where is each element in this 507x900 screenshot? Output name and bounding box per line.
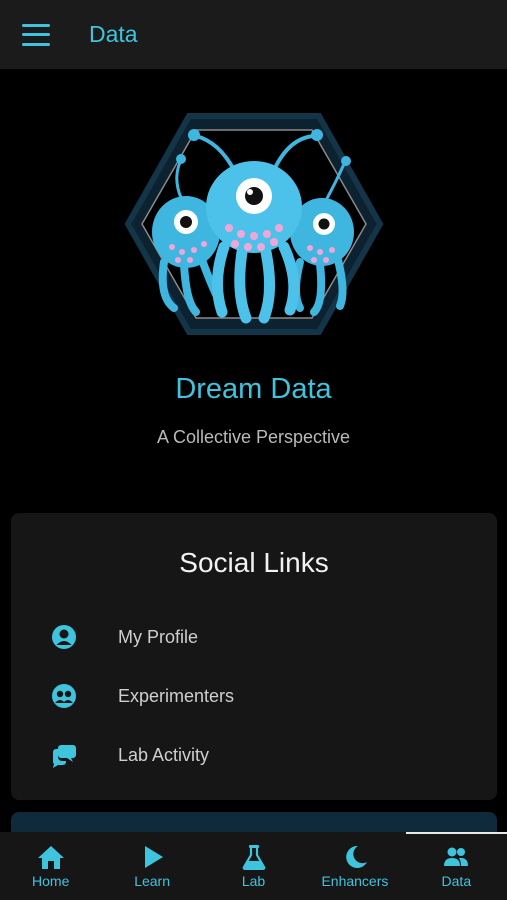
home-icon	[37, 846, 64, 869]
alien-trio-hexagon-logo	[124, 113, 383, 335]
brand-subtitle: A Collective Perspective	[156, 427, 351, 447]
lab-activity-label: Lab Activity	[118, 744, 210, 765]
nav-enhancers-label: Enhancers	[321, 873, 389, 889]
lab-activity-link[interactable]: Lab Activity	[11, 733, 497, 777]
page-title: Data	[89, 21, 138, 47]
experimenters-label: Experimenters	[118, 685, 235, 706]
experimenters-link[interactable]: Experimenters	[11, 674, 497, 718]
users-circle-icon	[52, 684, 76, 708]
nav-learn-label: Learn	[134, 873, 171, 889]
nav-home[interactable]: Home	[0, 832, 101, 900]
nav-learn[interactable]: Learn	[101, 832, 202, 900]
hamburger-menu-icon[interactable]	[22, 23, 50, 46]
play-icon	[145, 846, 164, 868]
hero	[0, 112, 507, 337]
chat-bubbles-icon	[53, 745, 76, 768]
active-tab-indicator	[405, 832, 507, 834]
social-links-card: Social Links My Profile Experimenters La…	[11, 513, 497, 800]
nav-data-label: Data	[441, 873, 472, 889]
moon-icon	[346, 845, 367, 868]
people-icon	[444, 847, 469, 866]
bottom-nav: Home Learn Lab Enhancers Data	[0, 832, 507, 900]
flask-icon	[242, 845, 265, 870]
nav-lab[interactable]: Lab	[203, 832, 304, 900]
my-profile-link[interactable]: My Profile	[11, 615, 497, 659]
nav-lab-label: Lab	[241, 873, 266, 889]
nav-enhancers[interactable]: Enhancers	[304, 832, 405, 900]
my-profile-label: My Profile	[118, 626, 199, 647]
brand-title: Dream Data	[175, 373, 332, 405]
social-links-title: Social Links	[179, 547, 329, 578]
user-circle-icon	[52, 625, 76, 649]
nav-home-label: Home	[32, 873, 70, 889]
nav-data[interactable]: Data	[405, 832, 507, 900]
app-bar: Data	[0, 0, 507, 69]
